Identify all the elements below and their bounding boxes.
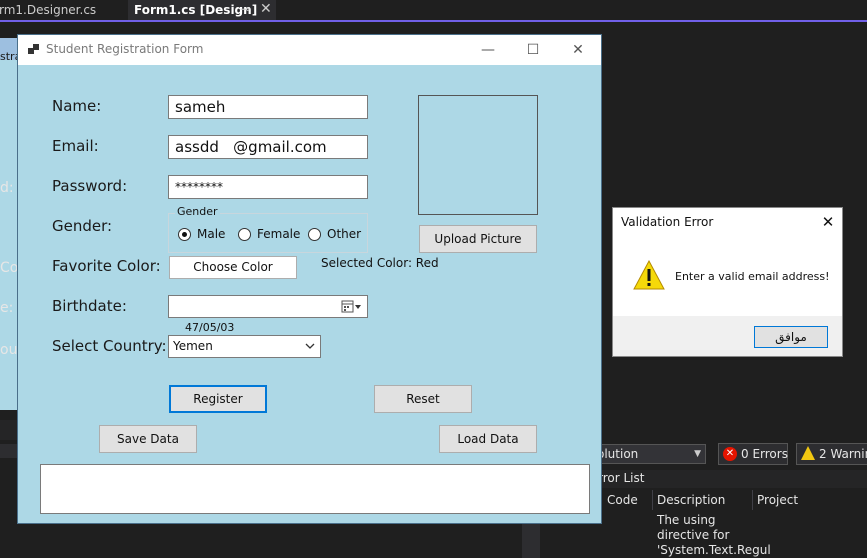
warning-icon (633, 260, 665, 290)
radio-other[interactable] (308, 228, 321, 241)
name-label: Name: (52, 97, 102, 115)
selected-color-label: Selected Color: Red (321, 256, 439, 270)
upload-picture-button[interactable]: Upload Picture (419, 225, 537, 253)
error-icon: ✕ (723, 447, 737, 461)
tab-label: Form1.cs [Design] (134, 3, 258, 17)
column-header-project[interactable]: Project (753, 490, 867, 510)
country-select[interactable]: Yemen (168, 335, 321, 358)
calendar-icon[interactable] (341, 300, 363, 313)
reset-button[interactable]: Reset (374, 385, 472, 413)
bg-label: e: (0, 300, 14, 316)
register-button[interactable]: Register (169, 385, 267, 413)
radio-male[interactable] (178, 228, 191, 241)
close-window-icon[interactable]: ✕ (566, 39, 590, 61)
picture-box (418, 95, 538, 215)
radio-other-label[interactable]: Other (327, 227, 361, 241)
tab-form-design[interactable]: Form1.cs [Design] (128, 0, 276, 20)
bg-label: ou (0, 342, 18, 358)
name-field[interactable]: sameh (168, 95, 368, 119)
radio-male-label[interactable]: Male (197, 227, 225, 241)
dialog-title: Validation Error (621, 215, 714, 229)
column-header-code[interactable]: Code (603, 490, 653, 510)
ok-button[interactable]: موافق (754, 326, 828, 348)
birthdate-value: 47/05/03 (185, 321, 235, 334)
tab-label: rm1.Designer.cs (0, 3, 97, 17)
chevron-down-icon (305, 343, 315, 349)
gender-label: Gender: (52, 217, 113, 235)
app-icon (28, 44, 39, 54)
error-row-description[interactable]: The using directive for 'System.Text.Reg… (657, 513, 771, 558)
dialog-message: Enter a valid email address! (675, 270, 830, 283)
radio-female-label[interactable]: Female (257, 227, 300, 241)
save-data-button[interactable]: Save Data (99, 425, 197, 453)
password-label: Password: (52, 177, 128, 195)
chevron-down-icon: ▼ (694, 449, 701, 459)
radio-female[interactable] (238, 228, 251, 241)
email-label: Email: (52, 137, 99, 155)
warnings-count: 2 Warnin (819, 447, 867, 461)
error-list-title: rror List (590, 470, 867, 488)
choose-color-button[interactable]: Choose Color (169, 256, 297, 279)
title-bar[interactable]: Student Registration Form — ☐ ✕ (18, 35, 601, 65)
country-value: Yemen (173, 339, 213, 353)
warning-icon (801, 446, 815, 460)
password-field[interactable]: ******** (168, 175, 368, 199)
scope-label: olution (597, 447, 639, 461)
output-textbox[interactable] (40, 464, 590, 514)
dialog-body: Validation Error ✕ Enter a valid email a… (613, 208, 842, 316)
pin-icon[interactable]: ⊸ (240, 2, 250, 16)
warnings-filter-button[interactable]: 2 Warnin (796, 443, 867, 465)
email-field[interactable]: assdd @gmail.com (168, 135, 368, 159)
minimize-icon[interactable]: — (476, 39, 500, 61)
errors-count: 0 Errors (741, 447, 788, 461)
window-title: Student Registration Form (46, 42, 204, 56)
errors-filter-button[interactable]: ✕ 0 Errors (718, 443, 788, 465)
bg-label: d: (0, 180, 14, 196)
favorite-color-label: Favorite Color: (52, 257, 161, 275)
validation-error-dialog: Validation Error ✕ Enter a valid email a… (612, 207, 843, 357)
student-registration-window: Student Registration Form — ☐ ✕ Name: Em… (17, 34, 602, 524)
bg-label: Co (0, 260, 19, 276)
gender-group-caption: Gender (175, 205, 220, 218)
error-scope-dropdown[interactable]: olution ▼ (590, 444, 706, 464)
maximize-icon[interactable]: ☐ (521, 39, 545, 61)
close-icon[interactable]: ✕ (260, 1, 272, 17)
column-header-description[interactable]: Description (653, 490, 753, 510)
close-icon[interactable]: ✕ (817, 211, 839, 233)
load-data-button[interactable]: Load Data (439, 425, 537, 453)
birthdate-label: Birthdate: (52, 297, 127, 315)
country-label: Select Country: (52, 337, 167, 355)
tab-designer-cs[interactable]: rm1.Designer.cs (0, 0, 119, 20)
birthdate-picker[interactable]: 47/05/03 (168, 295, 368, 334)
